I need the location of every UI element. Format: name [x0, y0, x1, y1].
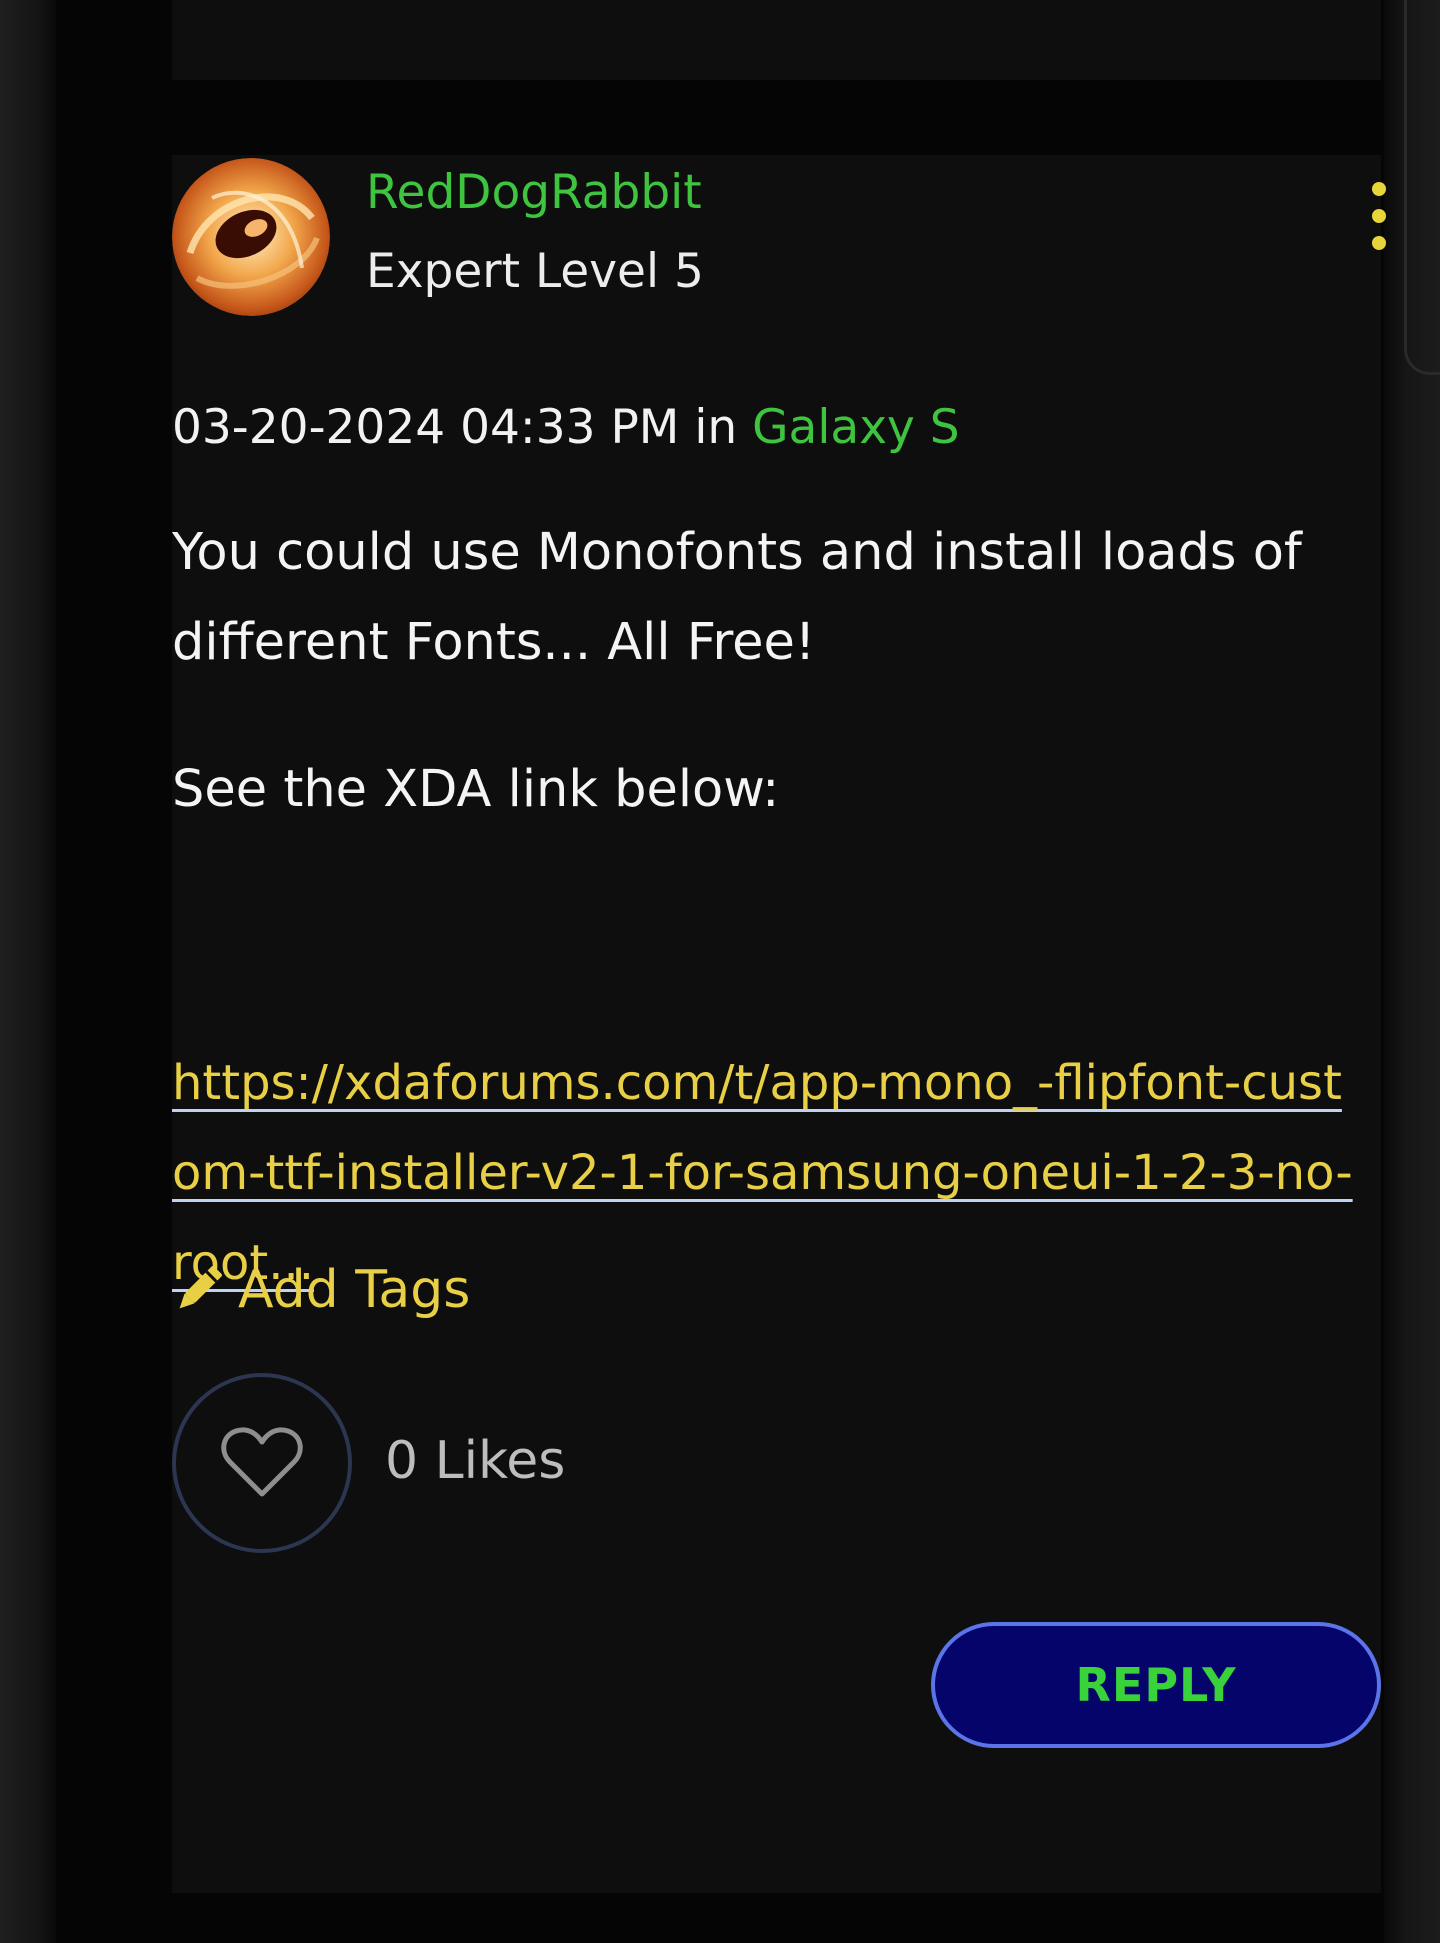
reply-button[interactable]: REPLY: [931, 1622, 1381, 1748]
board-link[interactable]: Galaxy S: [752, 400, 959, 455]
device-frame-edge: [1404, 0, 1440, 375]
likes-count: 0 Likes: [385, 1431, 566, 1491]
like-button[interactable]: [172, 1373, 352, 1553]
author-name-link[interactable]: RedDogRabbit: [366, 169, 702, 216]
post-date: 03-20-2024 04:33 PM: [172, 400, 680, 455]
device-frame-left: [0, 0, 56, 1943]
post-meta: 03-20-2024 04:33 PM in Galaxy S: [172, 400, 960, 456]
author-rank: Expert Level 5: [366, 244, 704, 299]
post-body-paragraph-1: You could use Monofonts and install load…: [172, 523, 1302, 672]
post-card: RedDogRabbit Expert Level 5 03-20-2024 0…: [172, 155, 1386, 1893]
avatar-image: [172, 158, 330, 316]
post-body-paragraph-2: See the XDA link below:: [172, 760, 780, 819]
kebab-menu-icon[interactable]: [1363, 182, 1393, 252]
content-column: RedDogRabbit Expert Level 5 03-20-2024 0…: [56, 0, 1386, 1943]
post-in-label: in: [694, 400, 738, 455]
avatar[interactable]: [172, 158, 330, 316]
add-tags-button[interactable]: Add Tags: [172, 1255, 470, 1325]
previous-post-card: [172, 0, 1381, 80]
heart-icon: [221, 1427, 303, 1497]
add-tags-label: Add Tags: [238, 1260, 471, 1320]
pencil-icon: [179, 1266, 222, 1309]
